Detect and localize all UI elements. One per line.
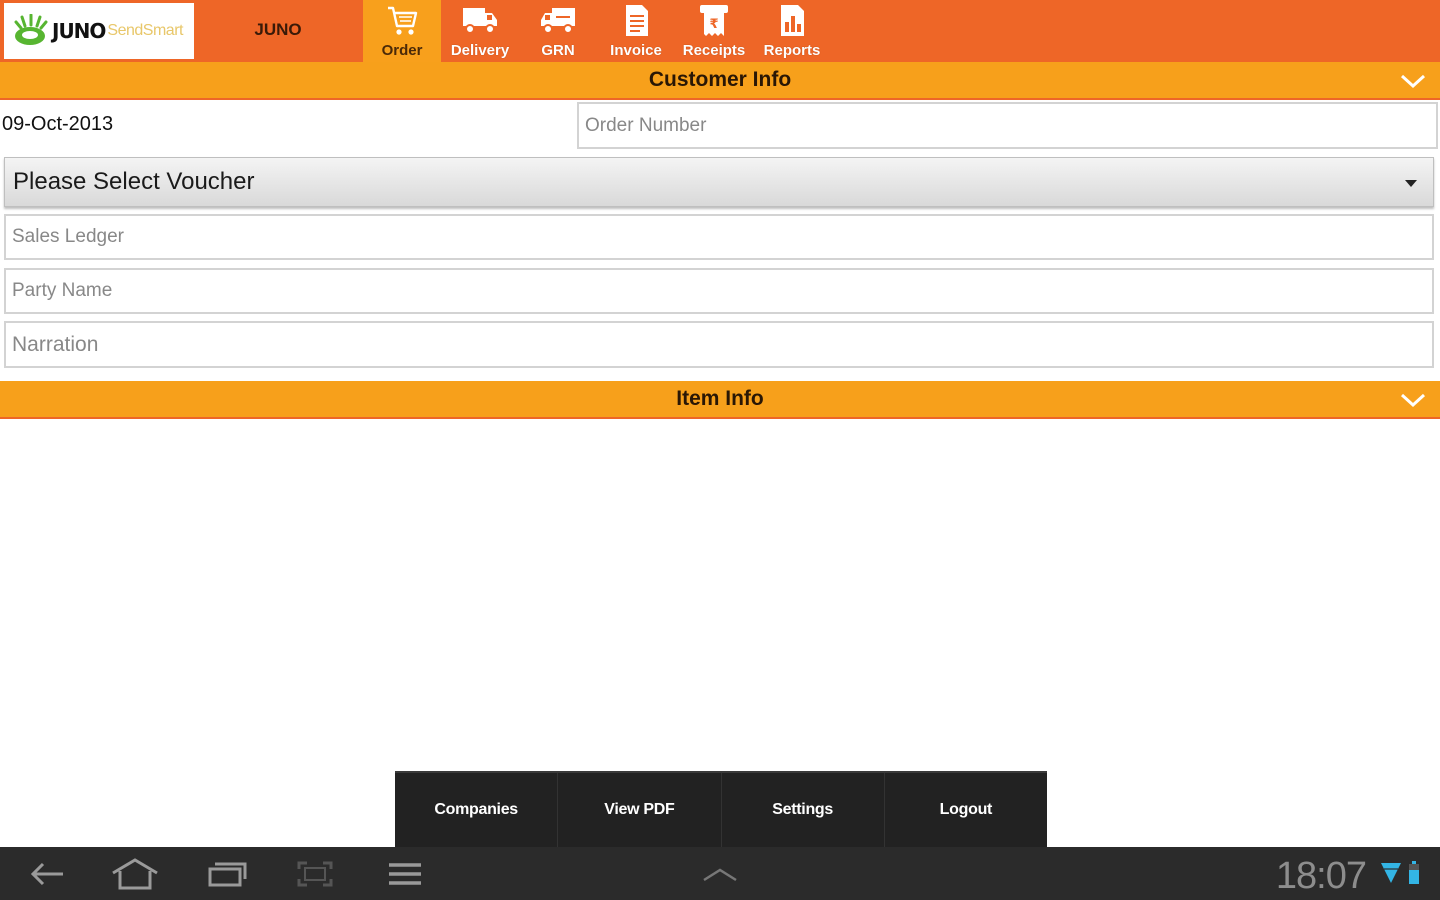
battery-icon — [1409, 861, 1419, 884]
order-date[interactable]: 09-Oct-2013 — [2, 113, 113, 136]
leaf-logo-icon — [12, 13, 50, 48]
logo-tagline: SendSmart — [107, 22, 183, 39]
wifi-icon — [1381, 863, 1401, 883]
delivery-truck-icon — [463, 8, 497, 34]
menu-item-settings[interactable]: Settings — [722, 773, 885, 847]
tab-grn-label: GRN — [541, 42, 575, 59]
voucher-select-value: Please Select Voucher — [13, 168, 255, 195]
customer-info-header[interactable]: Customer Info — [0, 62, 1440, 100]
screenshot-icon — [297, 861, 333, 887]
item-info-header[interactable]: Item Info — [0, 381, 1440, 419]
item-info-title: Item Info — [676, 387, 764, 410]
home-icon — [112, 858, 158, 890]
back-button[interactable] — [22, 855, 72, 893]
tab-invoice-label: Invoice — [610, 42, 662, 59]
tab-receipts-label: Receipts — [682, 42, 746, 59]
main-tabs: Order Delivery GRN Invoice ₹ Receipts Re… — [363, 0, 831, 62]
voucher-select[interactable]: Please Select Voucher — [4, 157, 1434, 207]
chevron-down-icon — [1400, 74, 1426, 89]
tab-invoice[interactable]: Invoice — [597, 0, 675, 62]
receipt-icon: ₹ — [700, 5, 728, 36]
narration-input[interactable] — [4, 321, 1434, 368]
logo-brand-text: JUNO — [52, 19, 106, 43]
grn-truck-icon — [541, 8, 575, 34]
menu-item-companies[interactable]: Companies — [395, 773, 559, 847]
tab-grn[interactable]: GRN — [519, 0, 597, 62]
menu-button[interactable] — [380, 855, 430, 893]
sales-ledger-input[interactable] — [4, 214, 1434, 260]
company-name: JUNO — [254, 20, 302, 39]
app-root: JUNO SendSmart JUNO Order Delivery GRN I… — [0, 0, 1440, 900]
order-number-input[interactable] — [577, 102, 1438, 149]
tab-order-label: Order — [381, 42, 423, 59]
chevron-up-icon — [703, 868, 737, 882]
invoice-icon — [626, 5, 648, 36]
top-app-bar: JUNO SendSmart JUNO Order Delivery GRN I… — [0, 0, 1440, 62]
app-logo: JUNO SendSmart — [4, 3, 194, 59]
tab-reports[interactable]: Reports — [753, 0, 831, 62]
home-button[interactable] — [110, 855, 160, 893]
svg-text:₹: ₹ — [709, 17, 718, 32]
back-arrow-icon — [30, 862, 63, 886]
system-navigation-bar: 18:07 — [0, 847, 1440, 900]
options-menu: Companies View PDF Settings Logout — [395, 771, 1047, 847]
menu-icon — [389, 863, 421, 885]
screenshot-button[interactable] — [290, 855, 340, 893]
menu-item-logout[interactable]: Logout — [885, 773, 1047, 847]
status-icons — [1380, 861, 1420, 885]
cart-icon — [388, 6, 418, 35]
chevron-down-icon — [1400, 393, 1426, 408]
expand-up-button[interactable] — [695, 855, 745, 893]
reports-icon — [781, 5, 804, 36]
recent-apps-icon — [208, 862, 247, 887]
tab-reports-label: Reports — [763, 42, 821, 59]
tab-delivery-label: Delivery — [450, 42, 510, 59]
dropdown-arrow-icon — [1405, 180, 1417, 187]
party-name-input[interactable] — [4, 268, 1434, 314]
recent-apps-button[interactable] — [202, 855, 252, 893]
tab-order[interactable]: Order — [363, 0, 441, 62]
tab-delivery[interactable]: Delivery — [441, 0, 519, 62]
customer-info-title: Customer Info — [648, 68, 792, 91]
menu-item-view-pdf[interactable]: View PDF — [558, 773, 722, 847]
tab-receipts[interactable]: ₹ Receipts — [675, 0, 753, 62]
status-clock: 18:07 — [1275, 855, 1367, 897]
